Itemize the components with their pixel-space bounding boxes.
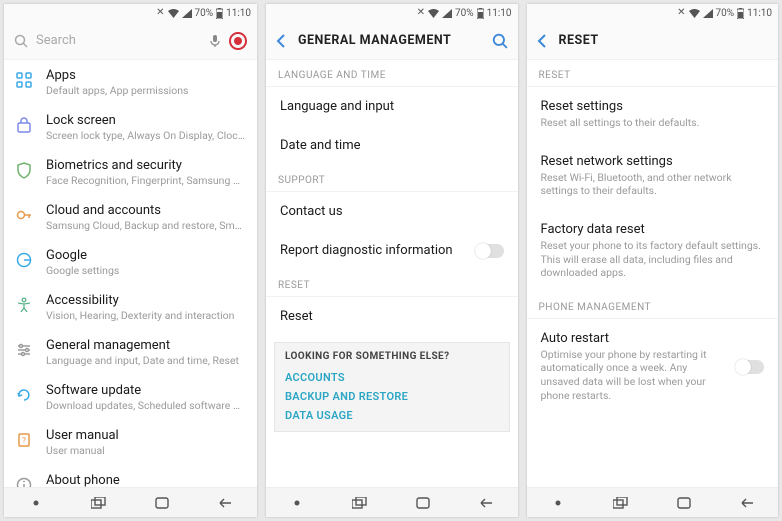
settings-item-cloud[interactable]: Cloud and accountsSamsung Cloud, Backup …	[4, 195, 257, 240]
looking-for-box: LOOKING FOR SOMETHING ELSE? ACCOUNTS BAC…	[274, 342, 510, 432]
nav-back[interactable]	[738, 496, 756, 510]
key-icon	[14, 205, 34, 225]
settings-item-user-manual[interactable]: ? User manualUser manual	[4, 420, 257, 465]
mute-icon: ✕	[417, 8, 425, 18]
battery-icon	[737, 8, 744, 19]
status-bar: ✕ 70% 11:10	[4, 4, 257, 22]
sliders-icon	[14, 340, 34, 360]
record-icon[interactable]	[229, 32, 247, 50]
link-accounts[interactable]: ACCOUNTS	[285, 368, 499, 387]
nav-home[interactable]	[675, 496, 693, 510]
nav-dot[interactable]	[288, 496, 306, 510]
link-backup-restore[interactable]: BACKUP AND RESTORE	[285, 387, 499, 406]
section-support: SUPPORT	[266, 165, 518, 192]
nav-bar	[4, 487, 257, 517]
settings-item-apps[interactable]: AppsDefault apps, App permissions	[4, 60, 257, 105]
nav-home[interactable]	[414, 496, 432, 510]
settings-list: AppsDefault apps, App permissions Lock s…	[4, 60, 257, 487]
header-title: GENERAL MANAGEMENT	[298, 33, 480, 48]
apps-icon	[14, 70, 34, 90]
settings-item-biometrics[interactable]: Biometrics and securityFace Recognition,…	[4, 150, 257, 195]
nav-dot[interactable]	[549, 496, 567, 510]
clock-time: 11:10	[487, 8, 512, 19]
google-icon	[14, 250, 34, 270]
diagnostic-toggle[interactable]	[476, 244, 504, 258]
search-icon	[14, 34, 28, 48]
body: RESET Reset settings Reset all settings …	[527, 60, 779, 487]
mic-icon[interactable]	[209, 34, 221, 48]
body: LANGUAGE AND TIME Language and input Dat…	[266, 60, 518, 487]
row-date-time[interactable]: Date and time	[266, 126, 518, 165]
signal-icon	[442, 9, 452, 18]
settings-item-google[interactable]: GoogleGoogle settings	[4, 240, 257, 285]
search-placeholder: Search	[36, 33, 201, 48]
settings-item-software-update[interactable]: Software updateDownload updates, Schedul…	[4, 375, 257, 420]
battery-pct: 70%	[716, 8, 735, 19]
row-contact-us[interactable]: Contact us	[266, 192, 518, 231]
clock-time: 11:10	[747, 8, 772, 19]
wifi-icon	[168, 9, 179, 18]
signal-icon	[703, 9, 713, 18]
mute-icon: ✕	[156, 8, 164, 18]
clock-time: 11:10	[226, 8, 251, 19]
manual-icon: ?	[14, 430, 34, 450]
row-factory-reset[interactable]: Factory data reset Reset your phone to i…	[527, 210, 779, 292]
auto-restart-toggle[interactable]	[736, 360, 764, 374]
nav-dot[interactable]	[27, 496, 45, 510]
shield-icon	[14, 160, 34, 180]
row-reset-settings[interactable]: Reset settings Reset all settings to the…	[527, 87, 779, 142]
battery-icon	[477, 8, 484, 19]
row-reset-network[interactable]: Reset network settings Reset Wi-Fi, Blue…	[527, 142, 779, 210]
row-auto-restart[interactable]: Auto restart Optimise your phone by rest…	[527, 319, 779, 415]
info-icon	[14, 475, 34, 487]
nav-bar	[266, 487, 518, 517]
settings-item-about-phone[interactable]: About phoneStatus, Legal information, De…	[4, 465, 257, 487]
row-language-input[interactable]: Language and input	[266, 87, 518, 126]
nav-bar	[527, 487, 779, 517]
settings-item-accessibility[interactable]: AccessibilityVision, Hearing, Dexterity …	[4, 285, 257, 330]
nav-recent[interactable]	[612, 496, 630, 510]
status-bar: ✕ 70% 11:10	[266, 4, 518, 22]
settings-item-general-management[interactable]: General managementLanguage and input, Da…	[4, 330, 257, 375]
lock-icon	[14, 115, 34, 135]
accessibility-icon	[14, 295, 34, 315]
section-reset: RESET	[266, 270, 518, 297]
battery-icon	[216, 8, 223, 19]
mute-icon: ✕	[677, 8, 685, 18]
battery-pct: 70%	[195, 8, 214, 19]
wifi-icon	[689, 9, 700, 18]
row-reset[interactable]: Reset	[266, 297, 518, 336]
section-language-time: LANGUAGE AND TIME	[266, 60, 518, 87]
update-icon	[14, 385, 34, 405]
nav-recent[interactable]	[90, 496, 108, 510]
header-title: RESET	[559, 33, 769, 48]
battery-pct: 70%	[455, 8, 474, 19]
reset-screen: ✕ 70% 11:10 RESET RESET Reset settings R…	[527, 4, 779, 517]
looking-for-label: LOOKING FOR SOMETHING ELSE?	[285, 351, 499, 362]
row-report-diagnostic[interactable]: Report diagnostic information	[266, 231, 518, 270]
settings-item-lock-screen[interactable]: Lock screenScreen lock type, Always On D…	[4, 105, 257, 150]
settings-list-screen: ✕ 70% 11:10 Search AppsDefault apps, App…	[4, 4, 257, 517]
nav-recent[interactable]	[351, 496, 369, 510]
back-button[interactable]	[537, 34, 547, 48]
section-phone-management: PHONE MANAGEMENT	[527, 292, 779, 319]
nav-home[interactable]	[153, 496, 171, 510]
back-button[interactable]	[276, 34, 286, 48]
section-reset: RESET	[527, 60, 779, 87]
general-management-screen: ✕ 70% 11:10 GENERAL MANAGEMENT LANGUAGE …	[266, 4, 518, 517]
header: RESET	[527, 22, 779, 60]
header: GENERAL MANAGEMENT	[266, 22, 518, 60]
status-bar: ✕ 70% 11:10	[527, 4, 779, 22]
nav-back[interactable]	[216, 496, 234, 510]
link-data-usage[interactable]: DATA USAGE	[285, 406, 499, 425]
signal-icon	[182, 9, 192, 18]
search-bar[interactable]: Search	[4, 22, 257, 60]
search-icon[interactable]	[492, 33, 508, 49]
svg-text:?: ?	[22, 436, 26, 445]
wifi-icon	[428, 9, 439, 18]
nav-back[interactable]	[477, 496, 495, 510]
